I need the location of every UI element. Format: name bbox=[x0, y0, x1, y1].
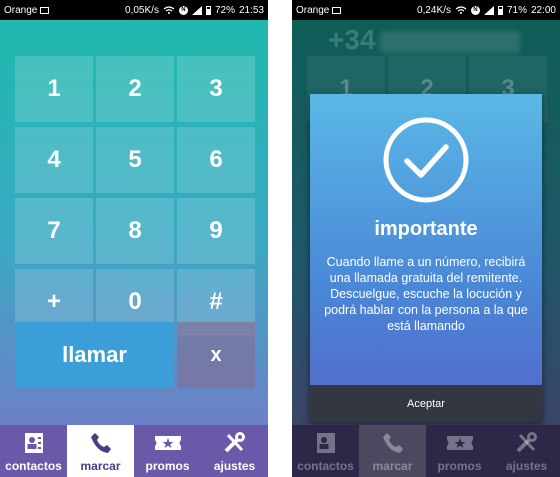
dialog-title: importante bbox=[374, 218, 478, 240]
tab-label: ajustes bbox=[213, 459, 256, 473]
tab-label: contactos bbox=[297, 459, 354, 473]
dialpad-area: 1 2 3 4 5 6 7 8 9 + 0 # llamar x bbox=[0, 20, 268, 425]
battery-level: 72% bbox=[214, 4, 235, 16]
contacts-icon bbox=[316, 433, 335, 453]
carrier: Orange bbox=[4, 4, 50, 16]
key-6[interactable]: 6 bbox=[177, 127, 255, 193]
network-speed: 0,24K/s bbox=[417, 4, 451, 16]
tab-promos[interactable]: promos bbox=[426, 425, 493, 477]
key-8[interactable]: 8 bbox=[96, 198, 174, 264]
contacts-icon bbox=[24, 433, 43, 453]
tab-label: promos bbox=[145, 459, 190, 473]
dialpad-area: +34 1 2 3 importante Cuando llame a un n… bbox=[292, 20, 560, 425]
key-9[interactable]: 9 bbox=[177, 198, 255, 264]
clock: 21:53 bbox=[238, 4, 264, 16]
status-bar: Orange 0,24K/s N 71% 22:00 bbox=[292, 0, 560, 20]
tab-marcar[interactable]: marcar bbox=[67, 425, 134, 477]
tab-promos[interactable]: promos bbox=[134, 425, 201, 477]
tab-bar: contactos marcar promos ajustes bbox=[0, 425, 268, 477]
tab-label: contactos bbox=[5, 459, 62, 473]
carrier: Orange bbox=[296, 4, 342, 16]
nfc-icon: N bbox=[178, 5, 188, 15]
accept-button[interactable]: Aceptar bbox=[310, 385, 542, 422]
signal-icon bbox=[191, 5, 202, 15]
info-dialog: importante Cuando llame a un número, rec… bbox=[310, 94, 542, 422]
tab-contactos[interactable]: contactos bbox=[0, 425, 67, 477]
signal-icon bbox=[483, 5, 494, 15]
tab-ajustes[interactable]: ajustes bbox=[201, 425, 268, 477]
settings-icon bbox=[516, 432, 537, 453]
key-1[interactable]: 1 bbox=[15, 56, 93, 122]
ticket-icon bbox=[446, 436, 473, 450]
checkmark-icon bbox=[383, 117, 469, 203]
wifi-icon bbox=[455, 6, 467, 14]
network-speed: 0,05K/s bbox=[125, 4, 159, 16]
carrier-label: Orange bbox=[296, 4, 330, 16]
settings-icon bbox=[224, 432, 245, 453]
phone-icon bbox=[90, 433, 111, 453]
battery-level: 71% bbox=[506, 4, 527, 16]
dialer-screen: Orange 0,05K/s N 72% 21:53 1 2 3 4 5 6 7… bbox=[0, 0, 268, 477]
status-bar: Orange 0,05K/s N 72% 21:53 bbox=[0, 0, 268, 20]
number-prefix: +34 bbox=[328, 24, 376, 55]
key-3[interactable]: 3 bbox=[177, 56, 255, 122]
tab-bar: contactos marcar promos ajustes bbox=[292, 425, 560, 477]
dialed-number: +34 bbox=[292, 20, 560, 60]
carrier-label: Orange bbox=[4, 4, 38, 16]
dialog-message: Cuando llame a un número, recibirá una l… bbox=[324, 255, 528, 333]
phone-icon bbox=[382, 433, 403, 453]
ticket-icon bbox=[154, 436, 181, 450]
key-5[interactable]: 5 bbox=[96, 127, 174, 193]
clear-button[interactable]: x bbox=[177, 322, 255, 388]
key-7[interactable]: 7 bbox=[15, 198, 93, 264]
battery-icon bbox=[497, 5, 503, 15]
tab-contactos[interactable]: contactos bbox=[292, 425, 359, 477]
tab-ajustes[interactable]: ajustes bbox=[493, 425, 560, 477]
key-2[interactable]: 2 bbox=[96, 56, 174, 122]
tab-label: marcar bbox=[372, 459, 413, 473]
wifi-icon bbox=[163, 6, 175, 14]
image-notification-icon bbox=[332, 6, 342, 14]
dialer-dialog-screen: Orange 0,24K/s N 71% 22:00 +34 1 2 3 imp… bbox=[292, 0, 560, 477]
blurred-number bbox=[379, 30, 520, 53]
battery-icon bbox=[205, 5, 211, 15]
call-button[interactable]: llamar bbox=[15, 322, 174, 388]
tab-marcar[interactable]: marcar bbox=[359, 425, 426, 477]
clock: 22:00 bbox=[530, 4, 556, 16]
image-notification-icon bbox=[40, 6, 50, 14]
key-4[interactable]: 4 bbox=[15, 127, 93, 193]
tab-label: ajustes bbox=[505, 459, 548, 473]
tab-label: promos bbox=[437, 459, 482, 473]
tab-label: marcar bbox=[80, 459, 121, 473]
nfc-icon: N bbox=[470, 5, 480, 15]
